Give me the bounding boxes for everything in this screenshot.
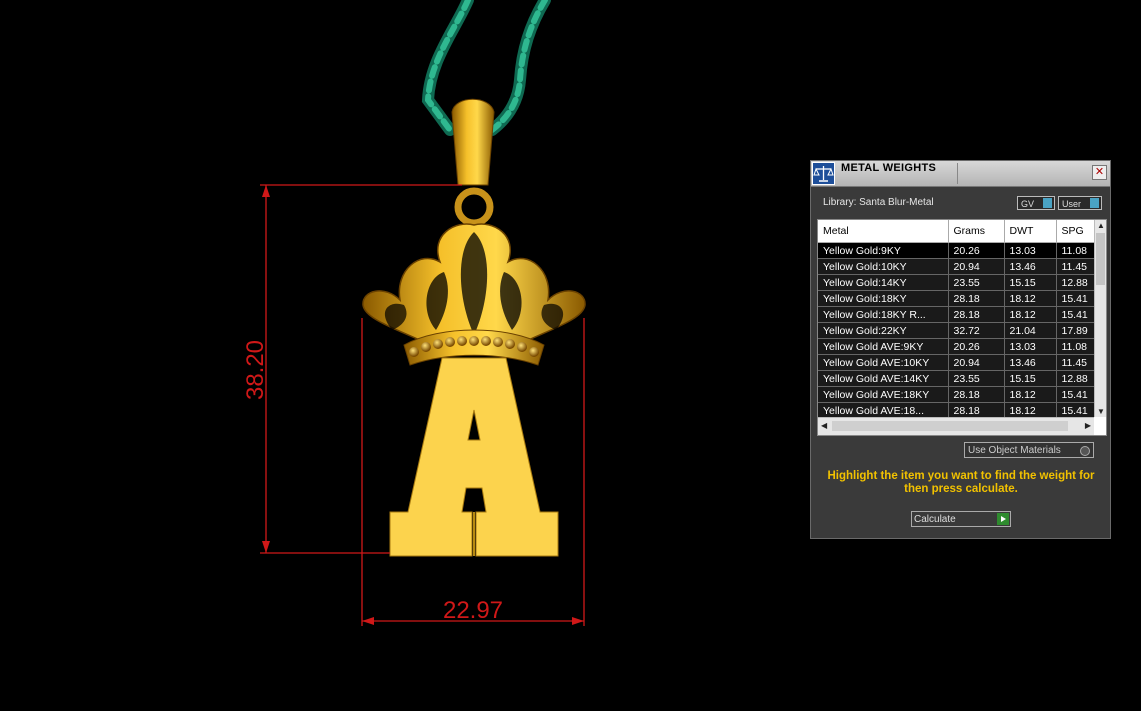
table-row[interactable]: Yellow Gold:22KY 32.72 21.04 17.89 (818, 322, 1094, 339)
spg-cell: 15.41 (1056, 402, 1094, 417)
metal-cell: Yellow Gold:10KY (818, 258, 949, 275)
play-icon (997, 513, 1009, 525)
panel-title: METAL WEIGHTS (841, 162, 937, 174)
grams-cell: 23.55 (948, 274, 1005, 291)
dwt-cell: 18.12 (1004, 386, 1057, 403)
metal-cell: Yellow Gold:9KY (818, 242, 949, 259)
horizontal-scrollbar[interactable]: ◀ ▶ (818, 417, 1094, 435)
use-object-materials-option[interactable]: Use Object Materials (964, 442, 1094, 458)
dwt-cell: 18.12 (1004, 402, 1057, 417)
scroll-down-icon[interactable]: ▼ (1097, 407, 1105, 416)
spg-cell: 15.41 (1056, 290, 1094, 307)
table-row[interactable]: Yellow Gold AVE:10KY 20.94 13.46 11.45 (818, 354, 1094, 371)
column-header-spg[interactable]: SPG (1056, 220, 1094, 243)
vertical-scrollbar[interactable]: ▲ ▼ (1094, 220, 1106, 417)
scroll-right-icon[interactable]: ▶ (1085, 421, 1091, 430)
jump-ring (454, 187, 494, 227)
scroll-up-icon[interactable]: ▲ (1097, 221, 1105, 230)
dwt-cell: 13.46 (1004, 354, 1057, 371)
user-toggle-label: User (1062, 199, 1082, 209)
spg-cell: 11.08 (1056, 242, 1094, 259)
toggle-indicator-icon (1043, 198, 1052, 208)
metal-cell: Yellow Gold AVE:18KY (818, 386, 949, 403)
metal-cell: Yellow Gold:14KY (818, 274, 949, 291)
dwt-cell: 15.15 (1004, 370, 1057, 387)
table-row[interactable]: Yellow Gold:14KY 23.55 15.15 12.88 (818, 274, 1094, 291)
crown (362, 223, 586, 366)
table-row[interactable]: Yellow Gold AVE:18... 28.18 18.12 15.41 (818, 402, 1094, 417)
instruction-text: Highlight the item you want to find the … (827, 470, 1095, 495)
grams-cell: 20.94 (948, 354, 1005, 371)
table-row[interactable]: Yellow Gold AVE:9KY 20.26 13.03 11.08 (818, 338, 1094, 355)
grams-cell: 32.72 (948, 322, 1005, 339)
vertical-scroll-thumb[interactable] (1096, 233, 1105, 285)
grams-cell: 28.18 (948, 290, 1005, 307)
spg-cell: 15.41 (1056, 386, 1094, 403)
spg-cell: 12.88 (1056, 274, 1094, 291)
metal-cell: Yellow Gold AVE:9KY (818, 338, 949, 355)
dwt-cell: 18.12 (1004, 290, 1057, 307)
width-dimension-label: 22.97 (443, 597, 503, 624)
grams-cell: 28.18 (948, 402, 1005, 417)
radio-icon[interactable] (1080, 446, 1090, 456)
gv-toggle[interactable]: GV (1017, 196, 1055, 210)
metal-table: Metal Grams DWT SPG Yellow Gold:9KY 20.2… (817, 219, 1107, 436)
spg-cell: 11.08 (1056, 338, 1094, 355)
dwt-cell: 18.12 (1004, 306, 1057, 323)
grams-cell: 28.18 (948, 386, 1005, 403)
spg-cell: 11.45 (1056, 354, 1094, 371)
panel-titlebar[interactable]: METAL WEIGHTS ✕ (811, 161, 1110, 187)
grams-cell: 20.26 (948, 338, 1005, 355)
grams-cell: 20.26 (948, 242, 1005, 259)
metal-cell: Yellow Gold AVE:10KY (818, 354, 949, 371)
title-divider (957, 163, 958, 184)
scroll-left-icon[interactable]: ◀ (821, 421, 827, 430)
table-header-row: Metal Grams DWT SPG (818, 220, 1094, 243)
table-row[interactable]: Yellow Gold AVE:18KY 28.18 18.12 15.41 (818, 386, 1094, 403)
table-row[interactable]: Yellow Gold:10KY 20.94 13.46 11.45 (818, 258, 1094, 275)
dwt-cell: 21.04 (1004, 322, 1057, 339)
user-toggle[interactable]: User (1058, 196, 1102, 210)
column-header-grams[interactable]: Grams (948, 220, 1005, 243)
toggle-indicator-icon (1090, 198, 1099, 208)
spg-cell: 17.89 (1056, 322, 1094, 339)
library-label: Library: Santa Blur-Metal (823, 197, 934, 208)
metal-cell: Yellow Gold AVE:18... (818, 402, 949, 417)
metal-cell: Yellow Gold:18KY R... (818, 306, 949, 323)
dwt-cell: 15.15 (1004, 274, 1057, 291)
spg-cell: 11.45 (1056, 258, 1094, 275)
table-row[interactable]: Yellow Gold AVE:14KY 23.55 15.15 12.88 (818, 370, 1094, 387)
table-row[interactable]: Yellow Gold:18KY R... 28.18 18.12 15.41 (818, 306, 1094, 323)
column-header-dwt[interactable]: DWT (1004, 220, 1057, 243)
height-dimension-label: 38.20 (242, 340, 269, 400)
calculate-label: Calculate (914, 514, 956, 525)
column-header-metal[interactable]: Metal (818, 220, 949, 243)
dwt-cell: 13.03 (1004, 242, 1057, 259)
close-button[interactable]: ✕ (1092, 165, 1107, 180)
calculate-button[interactable]: Calculate (911, 511, 1011, 527)
metal-weights-panel: METAL WEIGHTS ✕ Library: Santa Blur-Meta… (810, 160, 1111, 539)
table-row[interactable]: Yellow Gold:18KY 28.18 18.12 15.41 (818, 290, 1094, 307)
table-row[interactable]: Yellow Gold:9KY 20.26 13.03 11.08 (818, 242, 1094, 259)
dwt-cell: 13.03 (1004, 338, 1057, 355)
metal-cell: Yellow Gold:18KY (818, 290, 949, 307)
use-object-materials-label: Use Object Materials (968, 445, 1061, 456)
grams-cell: 23.55 (948, 370, 1005, 387)
metal-cell: Yellow Gold:22KY (818, 322, 949, 339)
dwt-cell: 13.46 (1004, 258, 1057, 275)
spg-cell: 12.88 (1056, 370, 1094, 387)
horizontal-scroll-thumb[interactable] (832, 421, 1068, 431)
metal-cell: Yellow Gold AVE:14KY (818, 370, 949, 387)
bail (451, 98, 495, 186)
spg-cell: 15.41 (1056, 306, 1094, 323)
gv-toggle-label: GV (1021, 199, 1035, 209)
grams-cell: 28.18 (948, 306, 1005, 323)
scale-icon (812, 162, 835, 185)
grams-cell: 20.94 (948, 258, 1005, 275)
